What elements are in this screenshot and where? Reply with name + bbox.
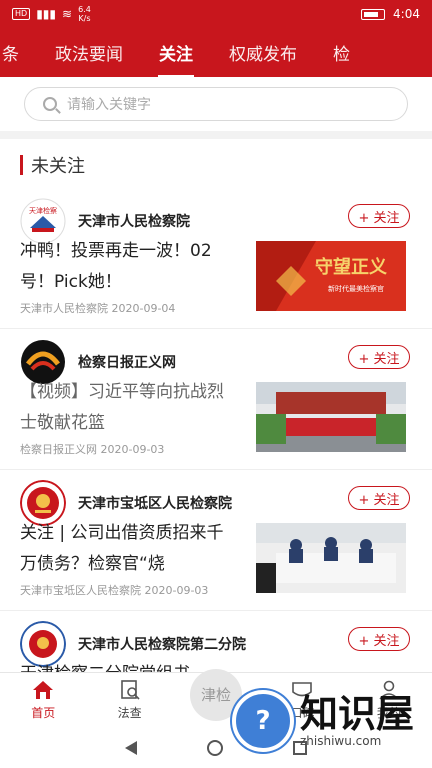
list-item[interactable]: 天津市宝坻区人民检察院 + 关注 关注 | 公司出借资质招来千万债务？检察官“烧… [0,470,432,611]
tab-home[interactable]: 首页 [0,673,86,728]
article-meta: 天津市人民检察院 2020-09-04 [20,302,176,315]
list-item[interactable]: 天津检察 天津市人民检察院 + 关注 冲鸭！投票再走一波！02号！Pick她！ … [0,188,432,329]
section-accent-bar [20,155,23,175]
article-title[interactable]: 【视频】习近平等向抗战烈士敬献花篮 [20,377,240,439]
search-input[interactable]: 请输入关键字 [24,87,408,121]
wifi-icon: ≋ [62,7,73,21]
net-speed: 6.4 K/s [78,5,91,23]
hd-badge: HD [12,8,31,20]
article-thumbnail[interactable] [256,523,406,593]
watermark-logo: ? [232,690,294,752]
channel-tabs: 条 政法要闻 关注 权威发布 检 [0,28,432,77]
source-name[interactable]: 天津市人民检察院第二分院 [78,634,246,654]
divider [0,131,432,139]
status-bar: HD ▮▮▮ ≋ 6.4 K/s 4:04 [0,0,432,28]
tab-partial-left[interactable]: 条 [0,40,37,65]
article-meta: 天津市宝坻区人民检察院 2020-09-03 [20,584,209,597]
back-icon[interactable] [125,741,137,755]
follow-button[interactable]: + 关注 [348,627,410,651]
signal-icon: ▮▮▮ [36,7,56,21]
tab-law-search[interactable]: 法查 [86,673,172,728]
follow-button[interactable]: + 关注 [348,345,410,369]
section-header: 未关注 [20,152,85,178]
watermark: ? 知识屋 zhishiwu.com [232,690,414,752]
home-circle-icon[interactable] [207,740,223,756]
source-name[interactable]: 天津市人民检察院 [78,211,190,231]
search-area: 请输入关键字 [0,77,432,131]
svg-text:天津检察: 天津检察 [29,206,57,215]
battery-icon [361,8,386,20]
article-thumbnail[interactable] [256,382,406,452]
follow-button[interactable]: + 关注 [348,204,410,228]
clock: 4:04 [393,7,420,21]
thumb-headline: 守望正义 [315,256,387,278]
tab-law-search-label: 法查 [117,706,142,720]
search-placeholder: 请输入关键字 [67,97,151,113]
book-search-icon [120,680,140,700]
article-title[interactable]: 冲鸭！投票再走一波！02号！Pick她！ [20,236,240,298]
tab-authority-release[interactable]: 权威发布 [211,40,315,65]
tab-follow[interactable]: 关注 [141,40,211,65]
follow-button[interactable]: + 关注 [348,486,410,510]
thumb-subline: 新时代最美检察官 [328,284,384,293]
tab-politics-news[interactable]: 政法要闻 [37,40,141,65]
section-title: 未关注 [31,156,85,177]
source-name[interactable]: 天津市宝坻区人民检察院 [78,493,232,513]
tab-partial-right[interactable]: 检 [315,40,368,65]
list-item[interactable]: 检察日报正义网 + 关注 【视频】习近平等向抗战烈士敬献花篮 检察日报正义网 2… [0,329,432,470]
article-meta: 检察日报正义网 2020-09-03 [20,443,165,456]
source-name[interactable]: 检察日报正义网 [78,352,176,372]
home-icon [33,681,54,699]
tab-home-label: 首页 [31,706,56,720]
watermark-title: 知识屋 [300,692,415,736]
article-thumbnail[interactable]: 守望正义 新时代最美检察官 [256,241,406,311]
article-title[interactable]: 关注 | 公司出借资质招来千万债务？检察官“烧 [20,518,240,580]
search-icon [43,97,57,111]
watermark-domain: zhishiwu.com [300,734,382,748]
feed-list: 天津检察 天津市人民检察院 + 关注 冲鸭！投票再走一波！02号！Pick她！ … [0,188,432,752]
